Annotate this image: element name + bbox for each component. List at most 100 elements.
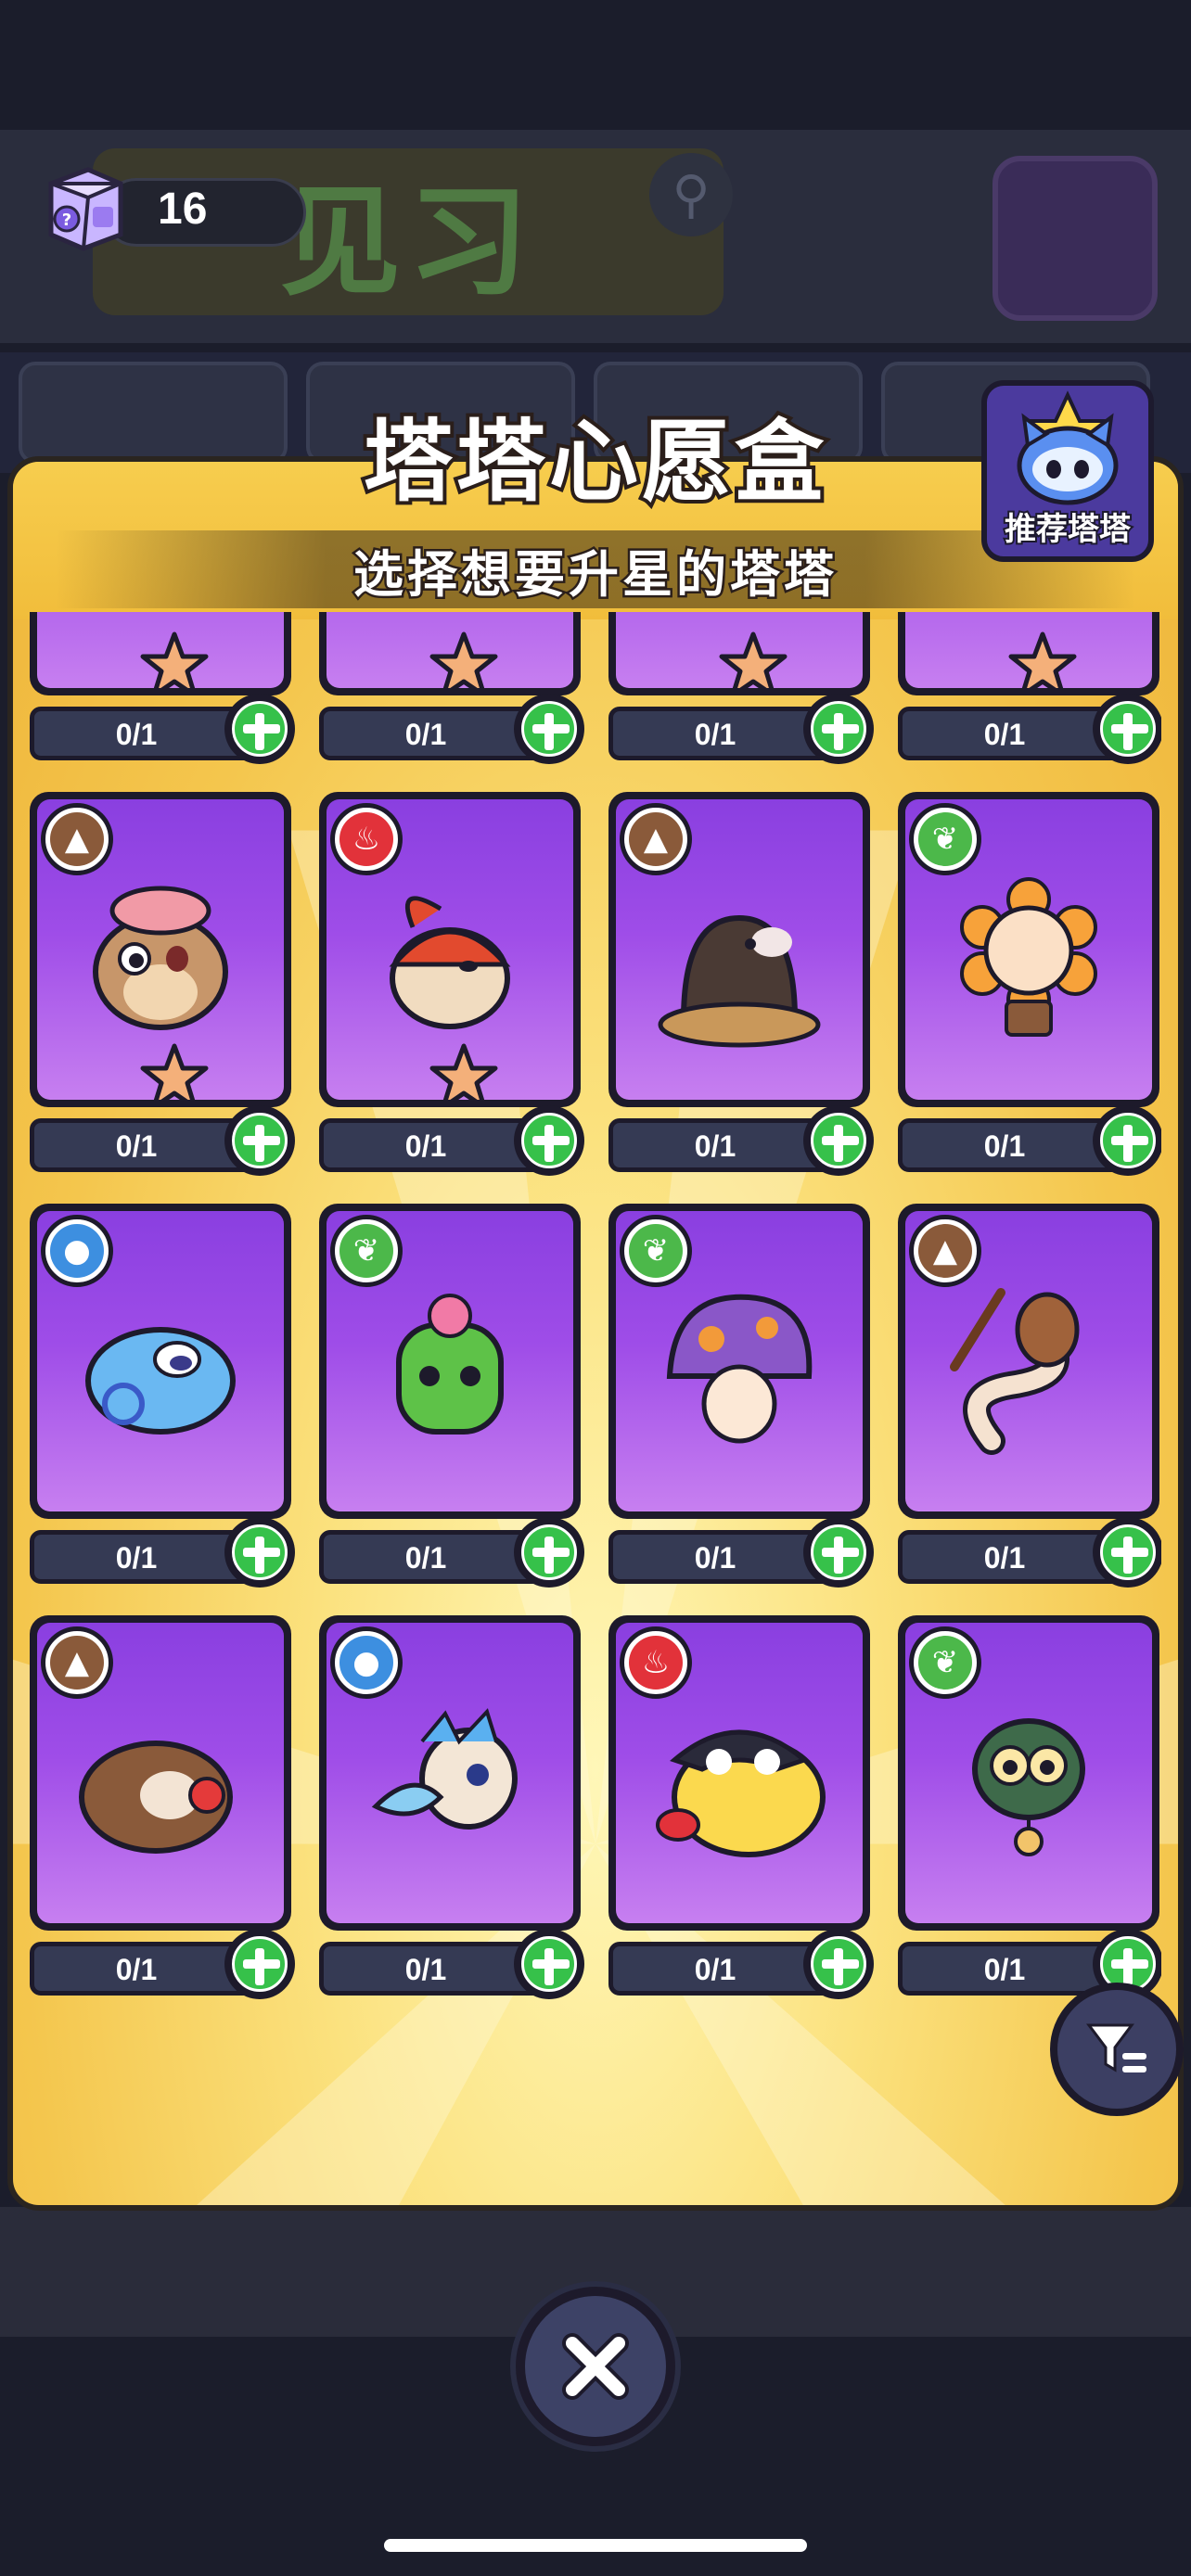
monster-card-cactus[interactable]: ❦ 0/1 [319, 1204, 584, 1602]
gem-count: 16 [158, 185, 208, 234]
earth-element-icon: ▲ [909, 1215, 981, 1287]
monster-card-red-bird[interactable]: 0/1 [319, 612, 584, 779]
grass-element-icon: ❦ [620, 1215, 692, 1287]
progress-text: 0/1 [115, 1541, 158, 1575]
card-portrait: ♨ [327, 799, 573, 1100]
plus-icon [521, 701, 577, 757]
monster-card-egg-creature[interactable]: 0/1 [608, 612, 874, 779]
plus-icon [232, 701, 288, 757]
plus-icon [811, 1113, 866, 1168]
plus-icon [811, 1524, 866, 1580]
monster-card-mole[interactable]: ▲ 0/1 [608, 792, 874, 1191]
home-indicator[interactable] [384, 2539, 807, 2552]
add-button[interactable] [803, 1105, 874, 1176]
water-element-icon: ● [41, 1215, 113, 1287]
add-button[interactable] [803, 694, 874, 764]
card-portrait [905, 612, 1152, 688]
star-icon [429, 1043, 498, 1100]
monster-card-red-fish[interactable]: ♨ 0/1 [319, 792, 584, 1191]
card-frame [319, 612, 581, 695]
add-button[interactable] [514, 1929, 584, 1999]
monster-card-owl[interactable]: ❦ 0/1 [898, 1615, 1161, 2014]
add-button[interactable] [1093, 694, 1161, 764]
progress-text: 0/1 [983, 1541, 1026, 1575]
progress-text: 0/1 [983, 1129, 1026, 1163]
monster-grid[interactable]: 0/1 0/1 0/1 0/1 ▲ 0/1 ♨ 0/1 ▲ 0/1 ❦ 0/1 ● 0/1 ❦ 0/1 ❦ 0/1… [30, 612, 1161, 2059]
plus-icon [232, 1936, 288, 1992]
card-portrait: ♨ [616, 1623, 863, 1923]
star-icon [140, 1043, 209, 1100]
modal-subtitle: 选择想要升星的塔塔 [352, 542, 838, 606]
card-portrait: ▲ [616, 799, 863, 1100]
recommend-label: 推荐塔塔 [1003, 509, 1133, 550]
add-button[interactable] [803, 1929, 874, 1999]
plus-icon [1100, 1113, 1156, 1168]
star-icon [719, 631, 788, 688]
plus-icon [521, 1113, 577, 1168]
plus-icon [811, 1936, 866, 1992]
earth-element-icon: ▲ [620, 803, 692, 875]
add-button[interactable] [1093, 1105, 1161, 1176]
chameleon-icon [85, 1327, 236, 1435]
add-button[interactable] [224, 1929, 295, 1999]
progress-text: 0/1 [404, 1129, 447, 1163]
monster-card-ghost-fish[interactable]: ● 0/1 [319, 1615, 584, 2014]
monster-card-pufferfish[interactable]: ♨ 0/1 [608, 1615, 874, 2014]
pink-hippo-icon [93, 886, 228, 1031]
grass-element-icon: ❦ [330, 1215, 403, 1287]
recommend-button[interactable]: 推荐塔塔 [981, 380, 1154, 562]
card-frame: ♨ [319, 792, 581, 1107]
star-icon [429, 631, 498, 688]
add-button[interactable] [514, 694, 584, 764]
plus-icon [232, 1524, 288, 1580]
earth-element-icon: ▲ [41, 803, 113, 875]
plus-icon [521, 1524, 577, 1580]
gem-counter: ? 16 [37, 156, 306, 252]
card-frame: ♨ [608, 1615, 870, 1931]
monster-card-chameleon[interactable]: ● 0/1 [30, 1204, 295, 1602]
fire-element-icon: ♨ [620, 1626, 692, 1699]
monster-card-pink-hippo[interactable]: ▲ 0/1 [30, 792, 295, 1191]
monster-card-mushroom[interactable]: ❦ 0/1 [608, 1204, 874, 1602]
add-button[interactable] [1093, 1517, 1161, 1588]
progress-text: 0/1 [694, 1541, 736, 1575]
progress-text: 0/1 [983, 718, 1026, 751]
card-frame [608, 612, 870, 695]
plus-icon [232, 1113, 288, 1168]
card-portrait [37, 612, 284, 688]
progress-text: 0/1 [694, 718, 736, 751]
card-portrait [327, 612, 573, 688]
monster-card-dark-bird[interactable]: 0/1 [898, 612, 1161, 779]
star-icon [140, 631, 209, 688]
plus-icon [1100, 701, 1156, 757]
card-portrait: ● [327, 1623, 573, 1923]
monster-card-mole-bear[interactable]: ▲ 0/1 [30, 1615, 295, 2014]
add-button[interactable] [514, 1517, 584, 1588]
cactus-icon [396, 1294, 504, 1435]
background-side-icon [992, 156, 1158, 321]
card-portrait: ▲ [37, 799, 284, 1100]
card-portrait: ❦ [905, 799, 1152, 1100]
add-button[interactable] [224, 694, 295, 764]
monster-card-snake[interactable]: ▲ 0/1 [898, 1204, 1161, 1602]
add-button[interactable] [224, 1105, 295, 1176]
progress-text: 0/1 [115, 1129, 158, 1163]
filter-button[interactable] [1050, 1983, 1184, 2116]
card-portrait [616, 612, 863, 688]
owl-icon [972, 1718, 1085, 1857]
add-button[interactable] [224, 1517, 295, 1588]
background-search-icon: ⚲ [649, 153, 733, 236]
monster-card-sunflower[interactable]: ❦ 0/1 [898, 792, 1161, 1191]
card-portrait: ▲ [37, 1623, 284, 1923]
close-icon [562, 2333, 629, 2400]
monster-card-blue-frog[interactable]: 0/1 [30, 612, 295, 779]
filter-icon [1086, 2023, 1146, 2072]
close-button[interactable] [516, 2287, 675, 2446]
add-button[interactable] [514, 1105, 584, 1176]
card-frame: ● [319, 1615, 581, 1931]
add-button[interactable] [803, 1517, 874, 1588]
card-portrait: ❦ [327, 1211, 573, 1511]
card-frame: ▲ [608, 792, 870, 1107]
progress-text: 0/1 [983, 1953, 1026, 1986]
progress-text: 0/1 [115, 718, 158, 751]
